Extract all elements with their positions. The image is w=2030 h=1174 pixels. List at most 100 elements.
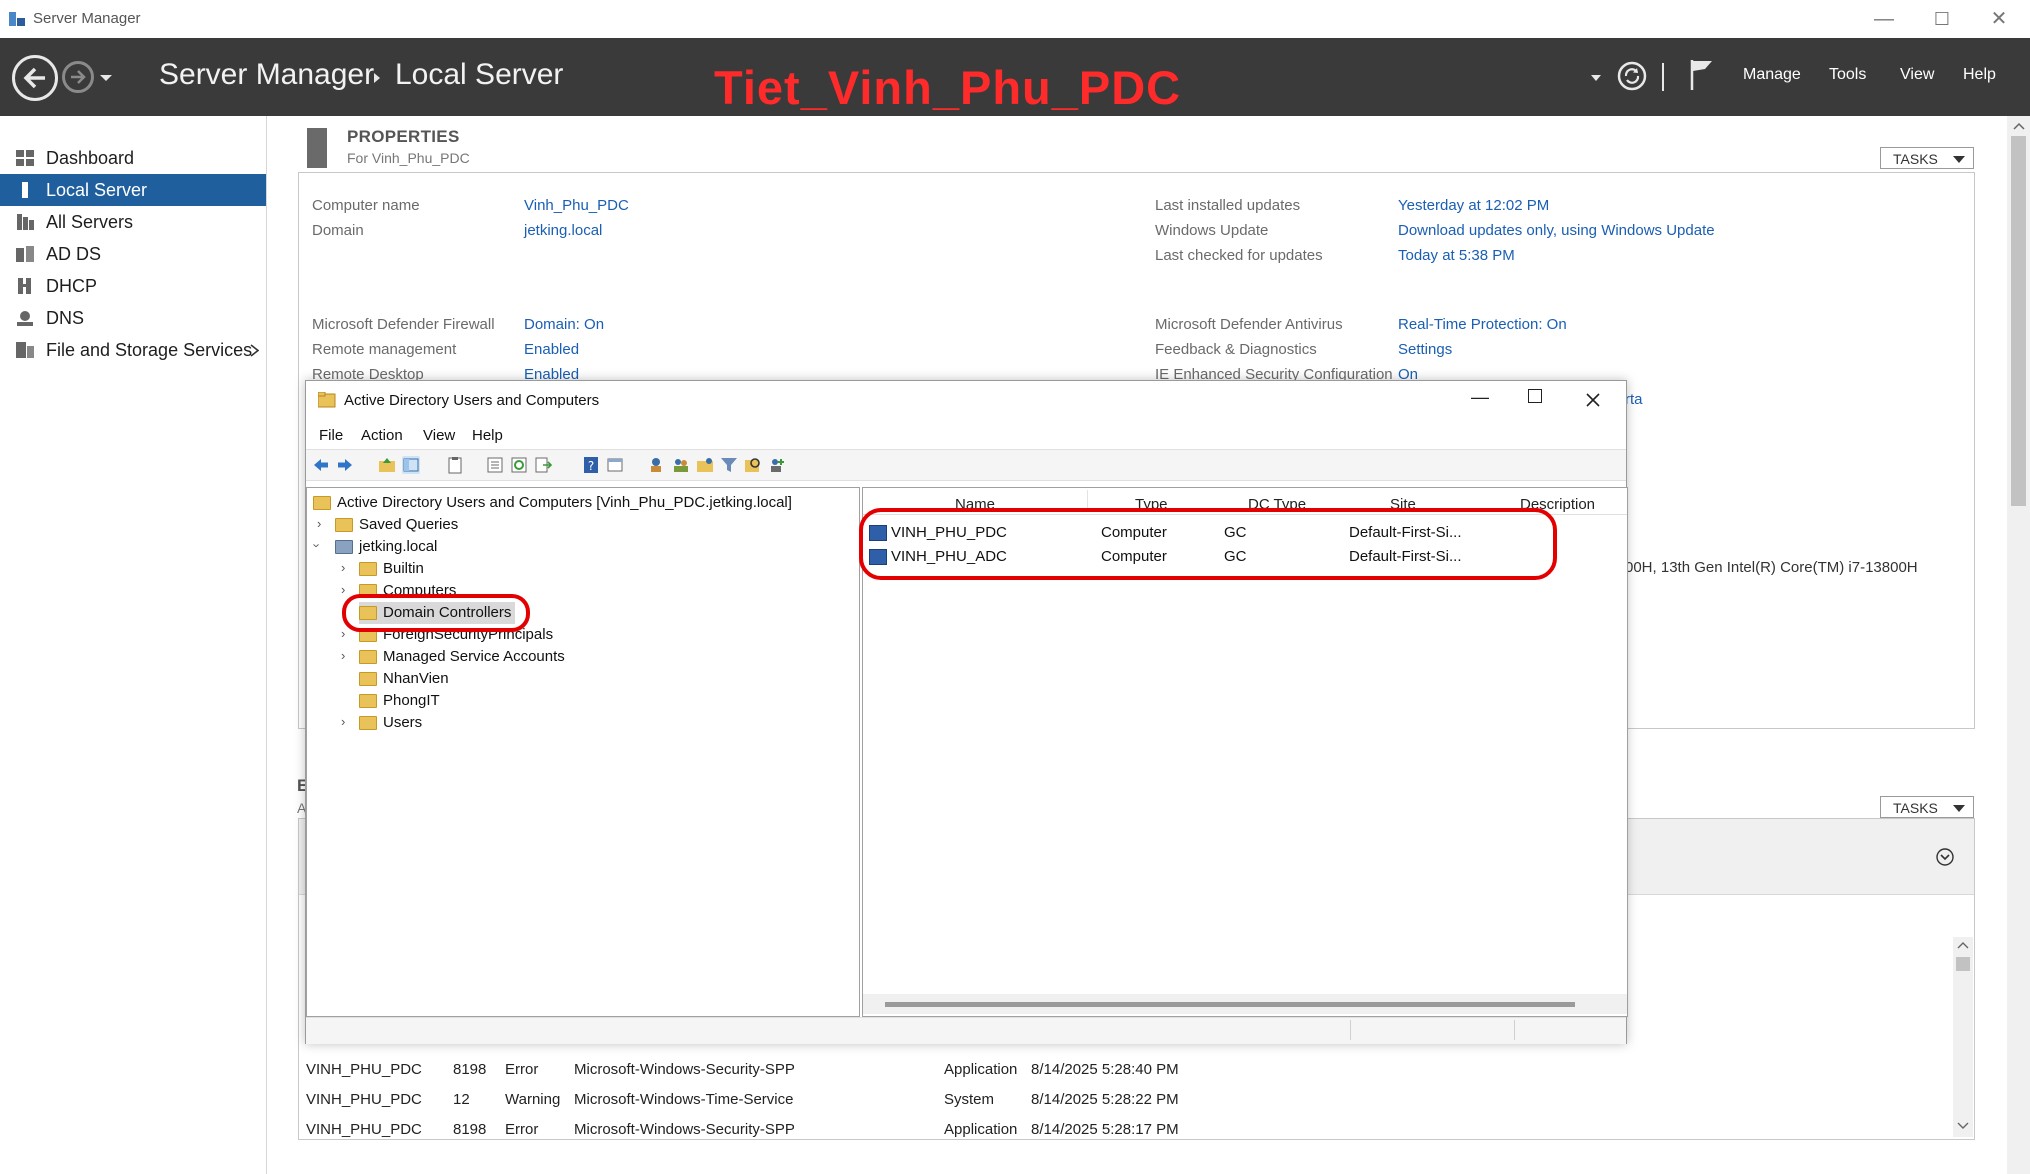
expand-chevron-icon[interactable]: ›	[341, 626, 345, 641]
aduc-list-pane: Name Type DC Type Site Description VINH_…	[859, 487, 1628, 1017]
expand-chevron-icon[interactable]: ›	[341, 582, 345, 597]
sidebar-item-label: Dashboard	[46, 148, 135, 168]
prop-value-last-installed[interactable]: Yesterday at 12:02 PM	[1398, 197, 1549, 214]
tree-root[interactable]: Active Directory Users and Computers [Vi…	[313, 492, 792, 514]
expand-chevron-icon[interactable]: ›	[341, 560, 345, 575]
details-view-icon[interactable]	[606, 456, 624, 474]
events-scrollbar[interactable]	[1953, 937, 1973, 1137]
sidebar-item-label: DNS	[46, 308, 85, 328]
event-log: Application	[944, 1061, 1018, 1078]
back-arrow-icon	[23, 67, 45, 89]
expand-chevron-icon[interactable]: ›	[317, 516, 321, 531]
expand-chevron-icon[interactable]: ›	[341, 648, 345, 663]
aduc-menu-file[interactable]: File	[319, 427, 343, 444]
event-id: 8198	[453, 1121, 487, 1138]
maximize-button[interactable]: ☐	[1913, 0, 1971, 38]
list-horizontal-scrollbar[interactable]	[863, 994, 1627, 1014]
collapse-chevron-icon[interactable]: ›	[310, 543, 325, 547]
list-scrollbar-thumb[interactable]	[885, 1002, 1575, 1007]
sidebar-item-local-server[interactable]: Local Server	[0, 174, 266, 206]
events-scrollbar-thumb[interactable]	[1956, 957, 1970, 971]
aduc-menu-view[interactable]: View	[423, 427, 455, 444]
up-folder-icon[interactable]	[378, 456, 396, 474]
history-dropdown-icon[interactable]	[99, 73, 113, 83]
events-tasks-button[interactable]: TASKS	[1880, 796, 1974, 818]
prop-value-remote-management[interactable]: Enabled	[524, 341, 579, 358]
tree-node-users[interactable]: Users	[359, 712, 422, 734]
scroll-up-icon[interactable]	[2013, 122, 2025, 130]
prop-value-last-checked[interactable]: Today at 5:38 PM	[1398, 247, 1515, 264]
tree-node-builtin[interactable]: Builtin	[359, 558, 424, 580]
add-to-group-icon[interactable]	[768, 456, 786, 474]
expand-filter-icon[interactable]	[1935, 847, 1955, 867]
sidebar-item-file-storage[interactable]: File and Storage Services	[0, 334, 266, 366]
menu-help[interactable]: Help	[1963, 66, 1996, 84]
event-severity: Error	[505, 1061, 539, 1078]
sidebar-item-all-servers[interactable]: All Servers	[0, 206, 266, 238]
back-icon[interactable]	[312, 456, 330, 474]
export-list-icon[interactable]	[534, 456, 552, 474]
show-console-tree-icon[interactable]	[402, 456, 420, 474]
new-ou-icon[interactable]	[696, 456, 714, 474]
prop-label-domain: Domain	[312, 222, 364, 239]
help-icon[interactable]: ?	[582, 456, 600, 474]
find-icon[interactable]	[744, 456, 762, 474]
properties-title: PROPERTIES	[347, 127, 460, 146]
sidebar-item-label: AD DS	[46, 244, 102, 264]
scroll-down-icon[interactable]	[1957, 1122, 1969, 1130]
dhcp-icon	[18, 278, 31, 294]
tree-node-domain[interactable]: jetking.local	[335, 536, 437, 558]
close-button[interactable]: ✕	[1970, 0, 2028, 38]
tree-node-phongit[interactable]: PhongIT	[359, 690, 440, 712]
prop-label-last-installed: Last installed updates	[1155, 197, 1301, 214]
page-scrollbar-thumb[interactable]	[2011, 136, 2026, 506]
menu-view[interactable]: View	[1900, 66, 1934, 84]
view-list-icon[interactable]	[486, 456, 504, 474]
prop-label-firewall: Microsoft Defender Firewall	[312, 316, 495, 333]
minimize-button[interactable]: —	[1855, 0, 1913, 38]
new-user-icon[interactable]	[648, 456, 666, 474]
aduc-minimize-button[interactable]: —	[1471, 387, 1489, 408]
prop-value-feedback[interactable]: Settings	[1398, 341, 1452, 358]
menu-manage[interactable]: Manage	[1743, 66, 1801, 84]
menu-tools[interactable]: Tools	[1829, 66, 1866, 84]
properties-tasks-button[interactable]: TASKS	[1880, 147, 1974, 169]
back-button[interactable]	[12, 55, 58, 101]
prop-value-timezone-partial[interactable]: rta	[1625, 391, 1643, 408]
highlight-ring-domain-controllers	[342, 594, 530, 632]
aduc-close-button[interactable]	[1586, 393, 1600, 407]
dns-icon	[17, 311, 33, 326]
sidebar-item-dashboard[interactable]: Dashboard	[0, 142, 266, 174]
tree-node-saved-queries[interactable]: Saved Queries	[335, 514, 458, 536]
aduc-menu-help[interactable]: Help	[472, 427, 503, 444]
prop-value-firewall[interactable]: Domain: On	[524, 316, 604, 333]
sidebar-item-dns[interactable]: DNS	[0, 302, 266, 334]
sidebar-item-dhcp[interactable]: DHCP	[0, 270, 266, 302]
prop-value-computer-name[interactable]: Vinh_Phu_PDC	[524, 197, 629, 214]
aduc-maximize-button[interactable]	[1528, 389, 1542, 403]
refresh-dropdown-icon[interactable]	[1590, 73, 1602, 83]
aduc-menu-action[interactable]: Action	[361, 427, 403, 444]
event-server: VINH_PHU_PDC	[306, 1121, 422, 1138]
refresh-icon[interactable]	[510, 456, 528, 474]
breadcrumb-app[interactable]: Server Manager	[159, 58, 374, 92]
aduc-status-bar	[306, 1017, 1626, 1044]
refresh-icon[interactable]	[1616, 60, 1648, 92]
page-scrollbar[interactable]	[2007, 116, 2030, 1174]
tree-node-managed-service-accounts[interactable]: Managed Service Accounts	[359, 646, 565, 668]
properties-icon[interactable]	[446, 456, 464, 474]
expand-arrow-icon[interactable]	[250, 344, 259, 357]
expand-chevron-icon[interactable]: ›	[341, 714, 345, 729]
sidebar-item-ad-ds[interactable]: AD DS	[0, 238, 266, 270]
prop-value-windows-update[interactable]: Download updates only, using Windows Upd…	[1398, 222, 1715, 239]
new-group-icon[interactable]	[672, 456, 690, 474]
aduc-window: Active Directory Users and Computers — F…	[305, 380, 1628, 1044]
prop-value-domain[interactable]: jetking.local	[524, 222, 602, 239]
notifications-flag-icon[interactable]	[1688, 58, 1716, 92]
forward-icon[interactable]	[336, 456, 354, 474]
filter-icon[interactable]	[720, 456, 738, 474]
forward-button[interactable]	[62, 61, 94, 93]
tree-node-nhanvien[interactable]: NhanVien	[359, 668, 449, 690]
prop-value-defender-antivirus[interactable]: Real-Time Protection: On	[1398, 316, 1567, 333]
scroll-up-icon[interactable]	[1957, 941, 1969, 949]
